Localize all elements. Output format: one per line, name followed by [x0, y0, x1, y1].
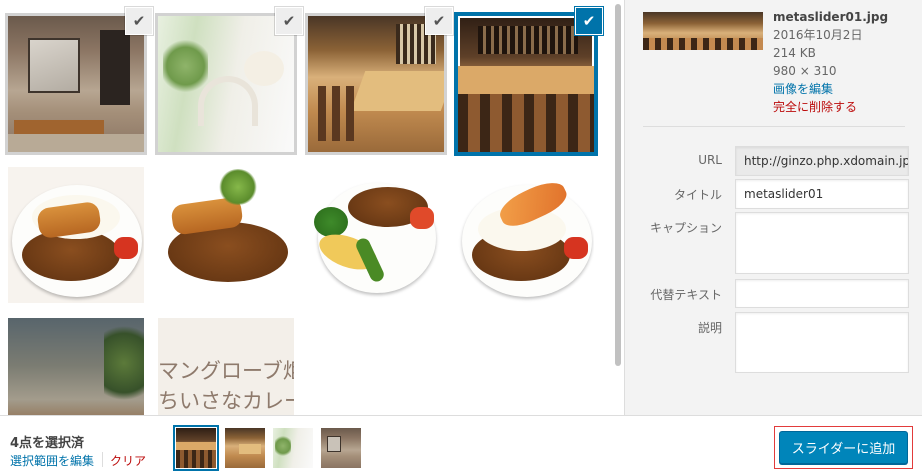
thumbnail-curry-cutlet-herb [158, 167, 294, 303]
thumbnail-terrace [8, 318, 144, 415]
check-icon[interactable]: ✔ [576, 8, 602, 34]
divider [102, 452, 103, 467]
thumbnail-curry-cutlet [8, 167, 144, 303]
delete-permanently-link[interactable]: 完全に削除する [773, 98, 888, 116]
media-item-curry-cutlet[interactable] [8, 167, 144, 303]
attachment-size: 214 KB [773, 46, 816, 60]
selection-thumb-bar-counter-wide[interactable] [176, 428, 216, 468]
attachment-filename: metaslider01.jpg [773, 10, 889, 24]
media-item-sign[interactable]: マングローブ炬 ちいさなカレー [158, 318, 294, 415]
check-icon[interactable]: ✔ [126, 8, 152, 34]
attachment-info: metaslider01.jpg 2016年10月2日 214 KB 980 ×… [773, 8, 888, 116]
add-to-slider-highlight: スライダーに追加 [774, 426, 913, 469]
edit-image-link[interactable]: 画像を編集 [773, 80, 888, 98]
thumbnail-curry-shrimp [458, 167, 594, 303]
selection-thumb-bar-counter[interactable] [225, 428, 265, 468]
media-item-terrace[interactable] [8, 318, 144, 415]
edit-selection-link[interactable]: 選択範囲を編集 [10, 452, 94, 469]
media-toolbar: 4点を選択済 選択範囲を編集 クリア スライダーに追加 [0, 415, 922, 473]
caption-field[interactable] [735, 212, 909, 274]
media-item-curry-vegetables[interactable] [308, 167, 444, 303]
attachment-date: 2016年10月2日 [773, 28, 863, 42]
add-to-slider-button[interactable]: スライダーに追加 [779, 431, 908, 464]
check-icon[interactable]: ✔ [426, 8, 452, 34]
thumbnail-curry-vegetables [308, 167, 444, 303]
title-label: タイトル [673, 188, 722, 202]
media-item-storefront[interactable]: ✔ [8, 8, 152, 152]
attachment-details: metaslider01.jpg 2016年10月2日 214 KB 980 ×… [624, 0, 922, 415]
divider [643, 126, 905, 127]
title-field[interactable]: metaslider01 [735, 179, 909, 209]
selection-count: 4点を選択済 [10, 436, 85, 451]
description-field[interactable] [735, 312, 909, 373]
media-item-cafe-interior[interactable]: ✔ [158, 8, 302, 152]
url-label: URL [698, 153, 722, 167]
thumbnail-cafe-interior [158, 16, 294, 152]
media-item-bar-counter[interactable]: ✔ [308, 8, 452, 152]
thumbnail-storefront [8, 16, 144, 152]
thumbnail-sign: マングローブ炬 ちいさなカレー [158, 318, 294, 415]
attachment-dimensions: 980 × 310 [773, 64, 837, 78]
media-grid: ✔ ✔ ✔ ✔ マングローブ炬 ちいさなカレー [0, 0, 612, 415]
check-icon[interactable]: ✔ [276, 8, 302, 34]
scrollbar-thumb[interactable] [615, 4, 621, 366]
media-item-curry-shrimp[interactable] [458, 167, 594, 303]
attachment-thumbnail [643, 12, 763, 50]
thumbnail-bar-counter-wide [458, 16, 594, 152]
media-item-curry-cutlet-herb[interactable] [158, 167, 294, 303]
alt-text-label: 代替テキスト [650, 288, 722, 302]
thumbnail-bar-counter [308, 16, 444, 152]
media-item-bar-counter-wide[interactable]: ✔ [458, 8, 602, 152]
selection-thumb-cafe-interior[interactable] [273, 428, 313, 468]
clear-selection-link[interactable]: クリア [110, 452, 146, 469]
description-label: 説明 [697, 321, 722, 335]
alt-text-field[interactable] [735, 279, 909, 308]
url-field[interactable]: http://ginzo.php.xdomain.jp [735, 146, 909, 176]
selection-thumb-storefront[interactable] [321, 428, 361, 468]
caption-label: キャプション [649, 221, 722, 235]
grid-scrollbar[interactable] [612, 0, 624, 415]
sign-text: マングローブ炬 ちいさなカレー [158, 359, 294, 413]
